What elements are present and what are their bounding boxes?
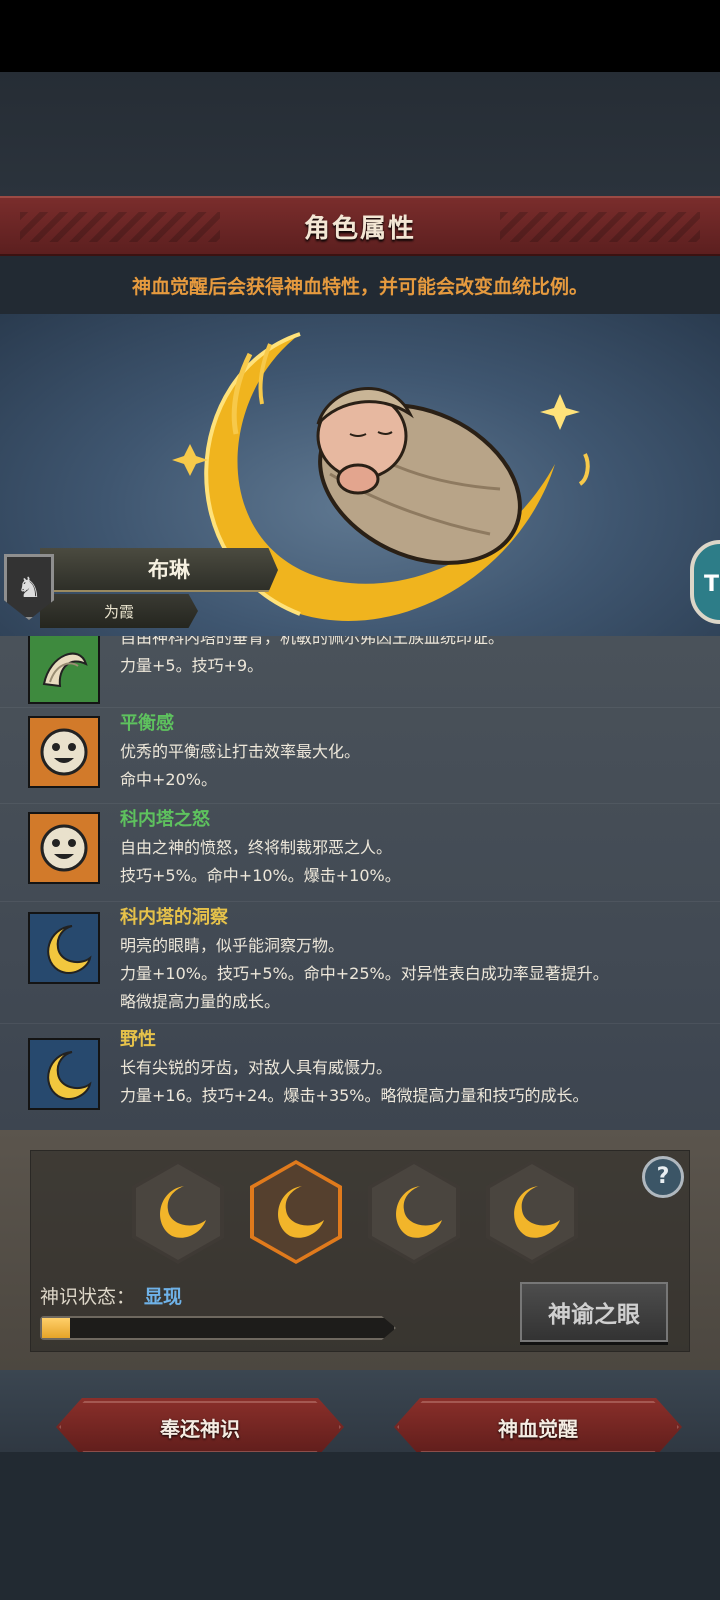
return-sense-button[interactable]: 奉还神识 [56,1398,344,1456]
trait-desc: 自由神科内塔的垂青，机敏的佩尔弗因王族血统印证。 [120,636,505,647]
status-label: 神识状态： [40,1286,136,1308]
trait-growth: 略微提高力量的成长。 [120,992,281,1011]
trait-list[interactable]: 自由神科内塔的垂青，机敏的佩尔弗因王族血统印证。 力量+5。技巧+9。 平衡感 … [0,636,720,1130]
subname-banner: 为霞 [40,594,198,628]
trait-item: 科内塔之怒 自由之神的愤怒，终将制裁邪恶之人。 技巧+5%。命中+10%。爆击+… [0,804,720,902]
help-icon[interactable]: ? [642,1156,684,1198]
trait-effect: 技巧+5%。命中+10%。爆击+10%。 [120,866,401,885]
progress-fill [42,1318,71,1338]
side-tab-label: T [704,572,720,597]
trait-effect: 力量+16。技巧+24。爆击+35%。略微提高力量和技巧的成长。 [120,1086,589,1105]
trait-name: 科内塔之怒 [120,809,210,830]
trait-item: 自由神科内塔的垂青，机敏的佩尔弗因王族血统印证。 力量+5。技巧+9。 [0,636,720,708]
status-bar [0,0,720,72]
trait-desc: 自由之神的愤怒，终将制裁邪恶之人。 [120,838,393,857]
trait-name: 野性 [120,1029,156,1050]
awaken-blood-button[interactable]: 神血觉醒 [394,1398,682,1456]
title-bar: 角色属性 [0,196,720,256]
trait-desc: 长有尖锐的牙齿，对敌人具有威慑力。 [120,1058,393,1077]
name-plate: 布琳 为霞 ♞ [0,548,280,632]
oracle-eye-button[interactable]: 神谕之眼 [520,1282,668,1342]
crescent-moon-icon [514,1186,560,1238]
page-subtitle: 神血觉醒后会获得神血特性，并可能会改变血统比例。 [131,275,588,298]
page-title: 角色属性 [303,213,416,244]
status-value: 显现 [144,1286,183,1308]
trait-effect: 力量+10%。技巧+5%。命中+25%。对异性表白成功率显著提升。 [120,964,609,983]
return-sense-label: 奉还神识 [160,1416,240,1441]
smile-face-icon [28,716,100,788]
trait-name: 平衡感 [120,713,174,734]
subtitle-bar: 神血觉醒后会获得神血特性，并可能会改变血统比例。 [0,256,720,314]
trait-desc: 明亮的眼睛，似乎能洞察万物。 [120,936,345,955]
trait-effect: 命中+20%。 [120,770,217,789]
bottom-backdrop [0,1452,720,1600]
smile-face-icon [28,812,100,884]
trait-name: 科内塔的洞察 [120,907,228,928]
top-backdrop [0,72,720,196]
wind-swirl-icon [28,636,100,704]
crescent-moon-icon [160,1186,206,1238]
character-subname: 为霞 [103,602,134,621]
awaken-blood-label: 神血觉醒 [498,1416,578,1441]
crescent-moon-icon [28,912,100,984]
name-banner: 布琳 [40,548,278,592]
character-name: 布琳 [148,558,190,582]
trait-item: 平衡感 优秀的平衡感让打击效率最大化。 命中+20%。 [0,708,720,804]
crescent-moon-icon [396,1186,442,1238]
trait-item: 科内塔的洞察 明亮的眼睛，似乎能洞察万物。 力量+10%。技巧+5%。命中+25… [0,902,720,1024]
trait-desc: 优秀的平衡感让打击效率最大化。 [120,742,361,761]
trait-effect: 力量+5。技巧+9。 [120,656,264,675]
crescent-moon-icon [28,1038,100,1110]
crescent-moon-icon [278,1186,324,1238]
trait-item: 野性 长有尖锐的牙齿，对敌人具有威慑力。 力量+16。技巧+24。爆击+35%。… [0,1024,720,1130]
divine-sense-progress [40,1316,396,1340]
